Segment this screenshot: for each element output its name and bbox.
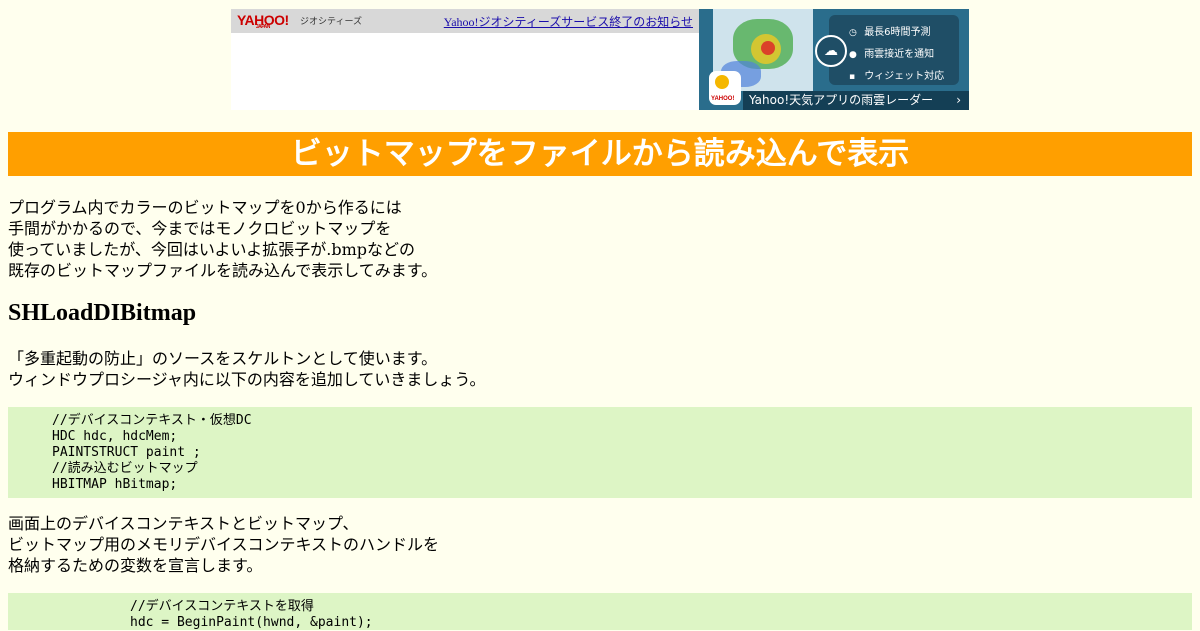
weather-app-cta[interactable]: Yahoo!天気アプリの雨雲レーダー › [743,91,969,110]
location-pin-icon: ● [849,50,857,60]
yahoo-japan-logo[interactable]: YAHOO! JAPAN [237,12,289,30]
section-intro-line: 「多重起動の防止」のソースをスケルトンとして使います。 [8,349,438,368]
code-line: HBITMAP hBitmap; [52,477,178,492]
intro-line: 手間がかかるので、今まではモノクロビットマップを [8,219,392,238]
section-heading: SHLoadDIBitmap [8,300,197,326]
explanation-line: 画面上のデバイスコンテキストとビットマップ、 [8,514,359,533]
radar-rain-area [761,41,775,55]
explanation-line: 格納するための変数を宣言します。 [8,556,263,575]
explanation-paragraph: 画面上のデバイスコンテキストとビットマップ、 ビットマップ用のメモリデバイスコン… [8,513,439,576]
intro-line: プログラム内でカラーのビットマップを0から作るには [8,198,402,217]
feature-label: 雨雲接近を通知 [864,49,935,60]
feature-item: ◷ 最長6時間予測 [849,23,931,38]
section-intro-line: ウィンドウプロシージャ内に以下の内容を追加していきましょう。 [8,370,486,389]
weather-app-ad[interactable]: ◷ 最長6時間予測 ● 雨雲接近を通知 ▪ ウィジェット対応 ☁ YAHOO! … [699,9,969,110]
geocities-label: ジオシティーズ [300,16,363,26]
code-block-beginpaint: //デバイスコンテキストを取得 hdc = BeginPaint(hwnd, &… [8,593,1192,630]
intro-line: 使っていましたが、今回はいよいよ拡張子が.bmpなどの [8,240,415,259]
code-line: //デバイスコンテキスト・仮想DC [52,413,252,428]
cta-label: Yahoo!天気アプリの雨雲レーダー [749,93,934,107]
explanation-line: ビットマップ用のメモリデバイスコンテキストのハンドルを [8,535,440,554]
intro-paragraph: プログラム内でカラーのビットマップを0から作るには 手間がかかるので、今まではモ… [8,197,437,281]
sun-icon [715,75,729,89]
section-intro-paragraph: 「多重起動の防止」のソースをスケルトンとして使います。 ウィンドウプロシージャ内… [8,348,485,390]
widget-icon: ▪ [849,72,856,82]
code-block-declarations: //デバイスコンテキスト・仮想DC HDC hdc, hdcMem; PAINT… [8,407,1192,498]
service-end-notice-link[interactable]: Yahoo!ジオシティーズサービス終了のお知らせ [444,13,693,30]
feature-label: 最長6時間予測 [864,27,931,38]
page-title: ビットマップをファイルから読み込んで表示 [8,132,1192,176]
geocities-header-bar: YAHOO! JAPAN ジオシティーズ Yahoo!ジオシティーズサービス終了… [231,9,699,33]
ad-banner: YAHOO! JAPAN ジオシティーズ Yahoo!ジオシティーズサービス終了… [231,9,969,110]
code-line: PAINTSTRUCT paint ; [52,445,201,460]
code-line: HDC hdc, hdcMem; [52,429,178,444]
feature-list: ◷ 最長6時間予測 ● 雨雲接近を通知 ▪ ウィジェット対応 [829,15,959,85]
rain-cloud-icon: ☁ [815,35,847,67]
code-line: hdc = BeginPaint(hwnd, &paint); [130,615,373,630]
code-line: //デバイスコンテキストを取得 [130,599,314,614]
geocities-notice-panel: YAHOO! JAPAN ジオシティーズ Yahoo!ジオシティーズサービス終了… [231,9,699,110]
clock-icon: ◷ [849,28,857,38]
feature-item: ● 雨雲接近を通知 [849,45,934,60]
feature-item: ▪ ウィジェット対応 [849,67,944,82]
weather-app-icon: YAHOO! [709,71,741,105]
app-icon-brand: YAHOO! [711,96,735,102]
code-line: //読み込むビットマップ [52,461,198,476]
feature-label: ウィジェット対応 [864,71,945,82]
chevron-right-icon: › [956,93,961,107]
intro-line: 既存のビットマップファイルを読み込んで表示してみます。 [8,261,438,280]
